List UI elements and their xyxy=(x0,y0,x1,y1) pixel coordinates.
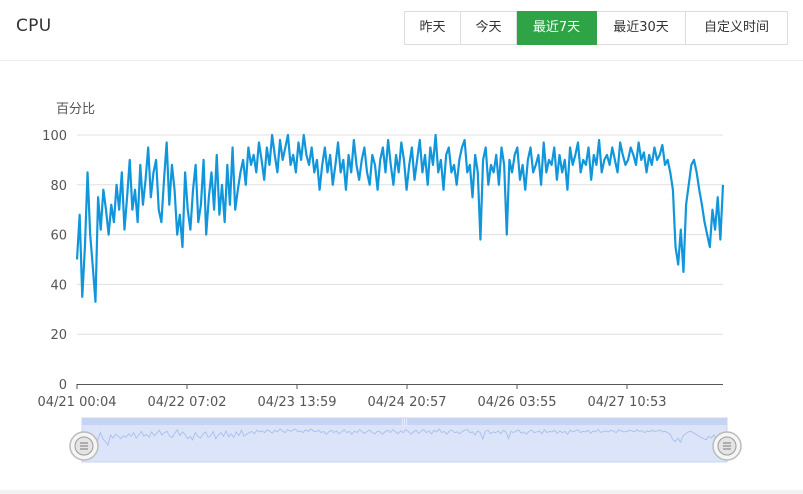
zoom-handle-left[interactable] xyxy=(69,431,99,461)
x-tick-label: 04/27 10:53 xyxy=(587,395,666,410)
series xyxy=(75,133,725,303)
x-tick-label: 04/24 20:57 xyxy=(367,395,446,410)
y-tick-label: 40 xyxy=(50,278,67,293)
x-tick-label: 04/21 00:04 xyxy=(37,395,116,410)
cpu-panel: CPU 昨天 今天 最近7天 最近30天 自定义时间 百分比 0 20 40 60 80… xyxy=(0,0,803,494)
x-tick-label: 04/22 07:02 xyxy=(147,395,226,410)
panel-header: CPU 昨天 今天 最近7天 最近30天 自定义时间 xyxy=(0,0,803,61)
btn-last-30-days[interactable]: 最近30天 xyxy=(597,11,686,45)
y-tick-label: 60 xyxy=(50,229,67,244)
cpu-chart: 百分比 0 20 40 60 80 100 04/21 00:04 04/22 07:02 0… xyxy=(0,61,803,494)
zoom-slider[interactable]: ||| xyxy=(69,417,742,463)
y-tick-label: 20 xyxy=(50,328,67,343)
x-tick-label: 04/23 13:59 xyxy=(257,395,336,410)
panel-title: CPU xyxy=(16,16,52,36)
btn-last-7-days[interactable]: 最近7天 xyxy=(517,11,597,45)
y-tick-label: 100 xyxy=(42,129,67,144)
y-tick-label: 80 xyxy=(50,179,67,194)
btn-today[interactable]: 今天 xyxy=(461,11,517,45)
y-axis-label: 百分比 xyxy=(56,102,95,117)
time-range-buttons: 昨天 今天 最近7天 最近30天 自定义时间 xyxy=(404,11,788,45)
x-tick-label: 04/26 03:55 xyxy=(477,395,556,410)
zoom-grip-icon: ||| xyxy=(401,418,408,426)
x-tick-labels: 04/21 00:04 04/22 07:02 04/23 13:59 04/24 2… xyxy=(37,384,667,410)
footer-divider xyxy=(0,490,803,494)
cpu-line-chart: 百分比 020406080100 04/21 00:04 04/22 07:02 0… xyxy=(37,102,742,463)
cpu-series-line xyxy=(75,133,725,303)
btn-yesterday[interactable]: 昨天 xyxy=(404,11,461,45)
btn-custom-time[interactable]: 自定义时间 xyxy=(686,11,788,45)
zoom-handle-right[interactable] xyxy=(712,431,742,461)
y-tick-label: 0 xyxy=(59,378,67,393)
y-tick-labels: 0 20 40 60 80 100 xyxy=(42,129,67,393)
